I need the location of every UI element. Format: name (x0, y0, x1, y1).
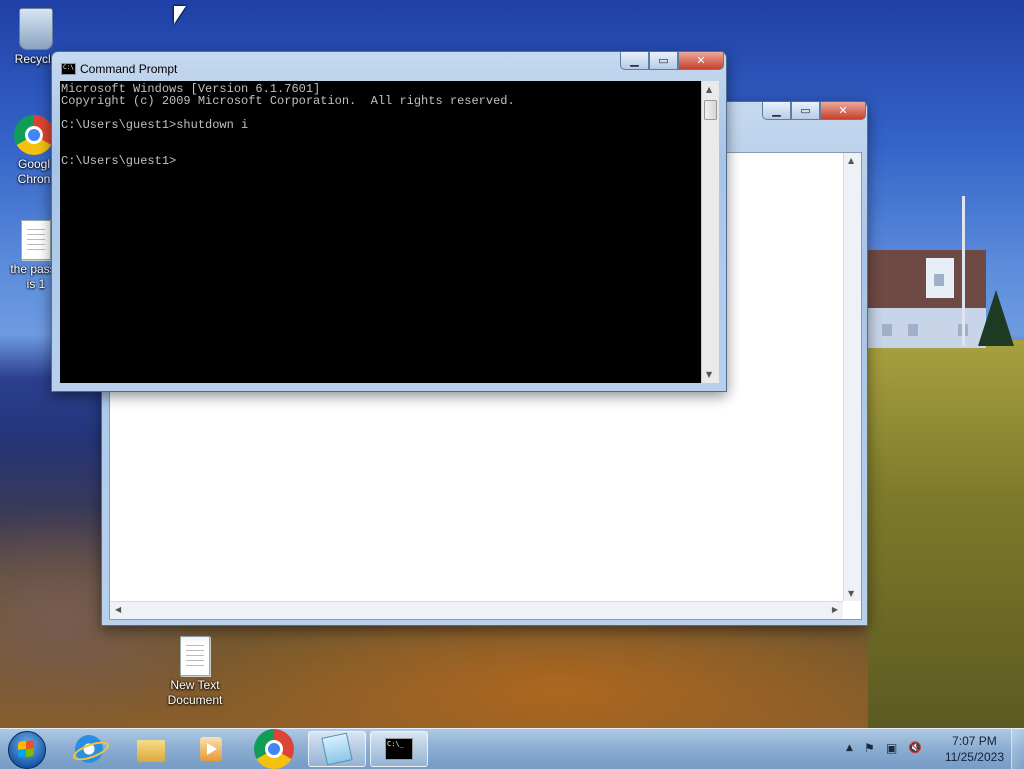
volume-muted-icon[interactable]: 🔇 (908, 741, 922, 754)
close-button[interactable]: ✕ (678, 52, 724, 70)
maximize-button[interactable]: ▭ (649, 52, 678, 70)
taskbar-item-notepad[interactable] (308, 731, 366, 767)
folder-icon (137, 740, 165, 762)
console-output[interactable]: Microsoft Windows [Version 6.1.7601] Cop… (60, 81, 701, 383)
taskbar: C:\_ ▲ ⚑ ▣ 🔇 7:07 PM 11/25/2023 (0, 728, 1024, 769)
scroll-up-icon[interactable]: ▲ (848, 156, 854, 165)
scroll-up-icon[interactable]: ▲ (706, 85, 712, 94)
show-hidden-icons-icon[interactable]: ▲ (846, 743, 853, 753)
taskbar-item-command-prompt[interactable]: C:\_ (370, 731, 428, 767)
pine-tree (978, 290, 1014, 346)
taskbar-item-internet-explorer[interactable] (60, 731, 118, 767)
window-controls: ▁ ▭ ✕ (762, 102, 866, 121)
clock[interactable]: 7:07 PM 11/25/2023 (945, 733, 1004, 765)
flag-pole (962, 196, 965, 346)
window-title: Command Prompt (80, 62, 178, 76)
show-desktop-button[interactable] (1011, 729, 1024, 769)
media-player-icon (200, 737, 222, 761)
chrome-icon (254, 729, 294, 769)
system-tray: ▲ ⚑ ▣ 🔇 7:07 PM 11/25/2023 (838, 729, 1024, 769)
scroll-down-icon[interactable]: ▼ (848, 589, 854, 598)
scroll-right-icon[interactable]: ▶ (832, 605, 838, 614)
hillside (868, 340, 1024, 728)
minimize-button[interactable]: ▁ (620, 52, 649, 70)
vertical-scrollbar[interactable]: ▲ ▼ (701, 81, 719, 383)
taskbar-item-chrome[interactable] (245, 729, 303, 769)
close-button[interactable]: ✕ (820, 102, 866, 120)
scroll-down-icon[interactable]: ▼ (706, 370, 712, 379)
mouse-cursor-icon (174, 6, 186, 24)
action-center-flag-icon[interactable]: ⚑ (864, 741, 875, 755)
start-button[interactable] (8, 731, 46, 769)
ie-icon (75, 735, 103, 763)
taskbar-item-media-player[interactable] (182, 731, 240, 767)
chrome-icon (14, 115, 54, 155)
scroll-thumb[interactable] (704, 100, 717, 120)
command-prompt-window[interactable]: C:\ Command Prompt ▁ ▭ ✕ Microsoft Windo… (51, 51, 727, 392)
console-text: Microsoft Windows [Version 6.1.7601] Cop… (61, 82, 515, 168)
scroll-left-icon[interactable]: ◀ (115, 605, 121, 614)
lighthouse-house (868, 250, 986, 350)
clock-date: 11/25/2023 (944, 750, 1004, 764)
vertical-scrollbar[interactable]: ▲ ▼ (843, 153, 861, 601)
network-icon[interactable]: ▣ (886, 741, 897, 755)
cmd-icon: C:\_ (385, 738, 413, 760)
recycle-bin-icon (19, 8, 53, 50)
minimize-button[interactable]: ▁ (762, 102, 791, 120)
cmd-icon: C:\ (61, 63, 76, 75)
desktop-icon-label: New Text Document (167, 678, 223, 707)
taskbar-item-file-explorer[interactable] (122, 731, 180, 767)
text-file-icon (21, 220, 51, 260)
text-file-icon (180, 636, 210, 676)
notepad-icon (321, 732, 353, 766)
horizontal-scrollbar[interactable]: ◀ ▶ (110, 601, 843, 619)
window-controls: ▁ ▭ ✕ (620, 52, 724, 71)
clock-time: 7:07 PM (952, 734, 997, 748)
desktop-icon-new-text-document[interactable]: New Text Document (157, 636, 233, 708)
maximize-button[interactable]: ▭ (791, 102, 820, 120)
